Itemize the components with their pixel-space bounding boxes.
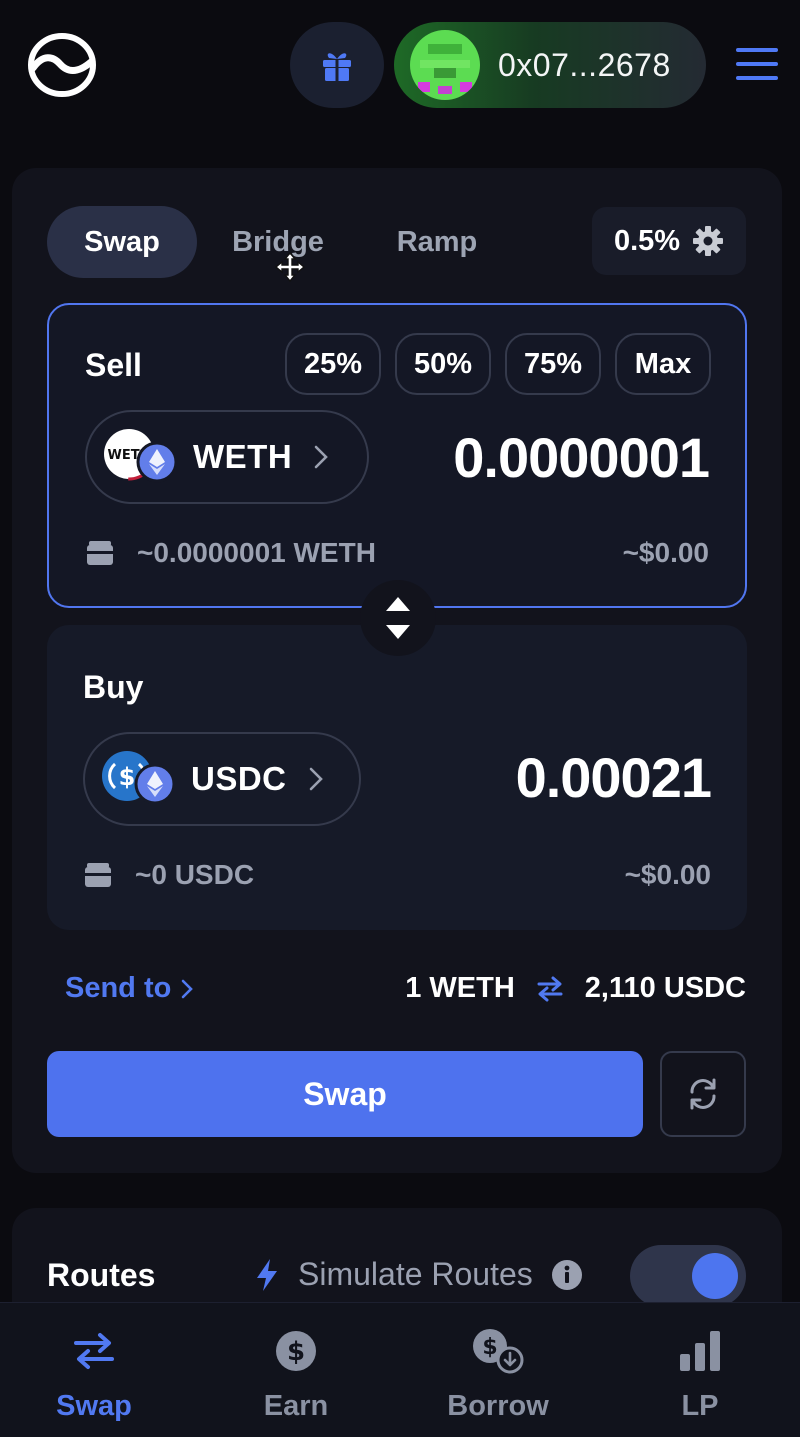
chevron-right-icon [309, 767, 323, 791]
weth-token-icon: WETH [102, 427, 181, 486]
sell-panel: Sell 25% 50% 75% Max WETH WETH 0.0000001… [47, 303, 747, 608]
sell-title: Sell [85, 347, 142, 383]
gear-icon [693, 226, 724, 256]
buy-token-selector[interactable]: $ USDC [83, 732, 361, 826]
move-cursor-icon [274, 251, 306, 283]
chevron-right-icon [182, 979, 194, 998]
chevron-right-icon [314, 445, 328, 469]
wallet-avatar [410, 30, 480, 100]
sell-25-percent-button[interactable]: 25% [285, 333, 381, 395]
sell-50-percent-button[interactable]: 50% [395, 333, 491, 395]
wallet-account-button[interactable]: 0x07...2678 [394, 22, 706, 108]
nav-lp[interactable]: LP [600, 1302, 800, 1437]
menu-icon[interactable] [736, 44, 778, 84]
flip-tokens-button[interactable] [360, 580, 436, 656]
slippage-settings-button[interactable]: 0.5% [592, 207, 746, 275]
buy-token-name: USDC [191, 760, 287, 797]
wallet-icon [87, 541, 113, 565]
buy-usd-value: ~$0.00 [624, 859, 711, 890]
swap-arrows-icon [74, 1333, 114, 1369]
refresh-quote-button[interactable] [660, 1051, 746, 1137]
slippage-value: 0.5% [613, 224, 681, 257]
gift-icon [323, 53, 351, 81]
simulate-routes-label: Simulate Routes [298, 1256, 533, 1292]
toggle-knob [692, 1253, 738, 1299]
buy-balance-row: ~0 USDC ~$0.00 [83, 859, 711, 891]
lightning-icon [257, 1258, 277, 1291]
info-icon[interactable] [551, 1259, 583, 1291]
swap-button[interactable]: Swap [47, 1051, 643, 1137]
nav-borrow-label: Borrow [447, 1390, 549, 1422]
nav-borrow[interactable]: $ Borrow [398, 1302, 598, 1437]
usdc-token-icon: $ [101, 750, 179, 808]
sell-max-button[interactable]: Max [615, 333, 711, 395]
swap-direction-icon [386, 597, 410, 639]
buy-panel: Buy $ USDC 0.00021 ~0 USDC ~$0.00 [47, 625, 747, 930]
sell-amount-input[interactable]: 0.0000001 [453, 425, 710, 490]
sell-usd-value: ~$0.00 [622, 537, 709, 568]
exchange-rate[interactable]: 1 WETH 2,110 USDC [405, 972, 746, 1005]
send-to-link[interactable]: Send to [65, 972, 194, 1005]
rate-quote: 2,110 USDC [584, 972, 746, 1004]
app-logo-icon[interactable] [27, 32, 97, 98]
nav-earn[interactable]: $ Earn [196, 1302, 396, 1437]
refresh-icon [690, 1078, 716, 1110]
nav-earn-label: Earn [263, 1390, 329, 1422]
dollar-coin-icon: $ [276, 1331, 316, 1371]
rate-base: 1 WETH [405, 972, 515, 1004]
sell-token-name: WETH [193, 438, 293, 475]
swap-arrows-icon [537, 976, 563, 1001]
rewards-button[interactable] [290, 22, 384, 108]
svg-text:$: $ [119, 763, 136, 791]
nav-lp-label: LP [681, 1390, 719, 1422]
sell-token-selector[interactable]: WETH WETH [85, 410, 369, 504]
sell-75-percent-button[interactable]: 75% [505, 333, 601, 395]
tab-swap[interactable]: Swap [47, 206, 197, 278]
buy-amount-output: 0.00021 [515, 746, 712, 809]
wallet-address: 0x07...2678 [498, 46, 671, 83]
sell-balance: ~0.0000001 WETH [137, 537, 376, 568]
simulate-routes-toggle[interactable] [630, 1245, 746, 1307]
sell-balance-row: ~0.0000001 WETH ~$0.00 [85, 537, 709, 569]
nav-swap[interactable]: Swap [0, 1302, 194, 1437]
wallet-icon [85, 863, 111, 887]
header: 0x07...2678 [0, 0, 800, 130]
routes-title: Routes [47, 1257, 156, 1293]
nav-swap-label: Swap [56, 1390, 132, 1422]
tab-ramp[interactable]: Ramp [370, 206, 504, 278]
send-to-label: Send to [65, 972, 172, 1004]
svg-text:$: $ [287, 1337, 305, 1367]
svg-text:$: $ [482, 1335, 497, 1360]
buy-balance: ~0 USDC [135, 859, 255, 890]
borrow-coins-icon: $ [473, 1329, 524, 1374]
simulate-routes-row: Simulate Routes [254, 1256, 583, 1293]
bar-chart-icon [680, 1331, 720, 1371]
buy-title: Buy [83, 669, 144, 705]
